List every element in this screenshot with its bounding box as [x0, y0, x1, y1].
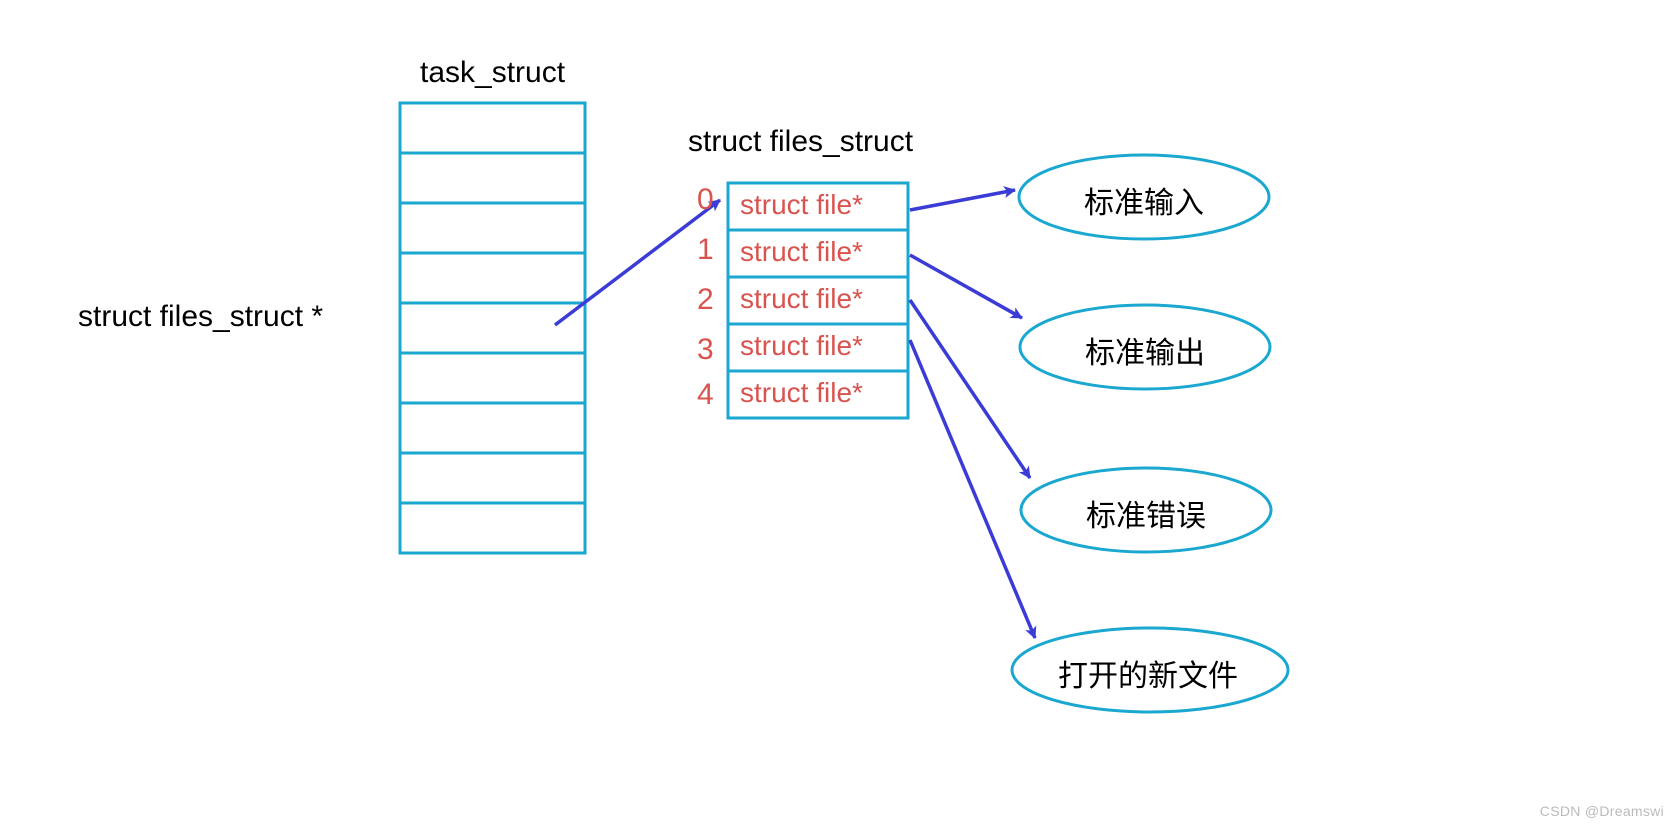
fd-cell-3: struct file* [740, 330, 863, 362]
task-struct-box [400, 103, 585, 553]
arrow-fd3-newfile [910, 340, 1035, 638]
target-newfile-label: 打开的新文件 [1058, 651, 1238, 695]
fd-index-3: 3 [697, 333, 714, 367]
fd-cell-0: struct file* [740, 189, 863, 221]
fd-cell-2: struct file* [740, 283, 863, 315]
watermark: CSDN @Dreamswi [1540, 803, 1664, 819]
files-struct-pointer-label: struct files_struct * [78, 300, 323, 334]
arrow-task-to-files [555, 200, 720, 325]
arrow-fd0-stdin [910, 190, 1015, 210]
target-stdin-label: 标准输入 [1084, 178, 1204, 222]
fd-index-0: 0 [697, 183, 714, 217]
fd-cell-1: struct file* [740, 236, 863, 268]
fd-index-1: 1 [697, 233, 714, 267]
files-struct-title: struct files_struct [688, 125, 913, 159]
fd-index-4: 4 [697, 378, 714, 412]
target-stdout-label: 标准输出 [1085, 328, 1205, 372]
fd-cell-4: struct file* [740, 377, 863, 409]
arrow-fd2-stderr [910, 300, 1030, 478]
task-struct-title: task_struct [420, 56, 565, 90]
target-stderr-label: 标准错误 [1086, 491, 1206, 535]
fd-index-2: 2 [697, 283, 714, 317]
arrow-fd1-stdout [910, 255, 1022, 318]
